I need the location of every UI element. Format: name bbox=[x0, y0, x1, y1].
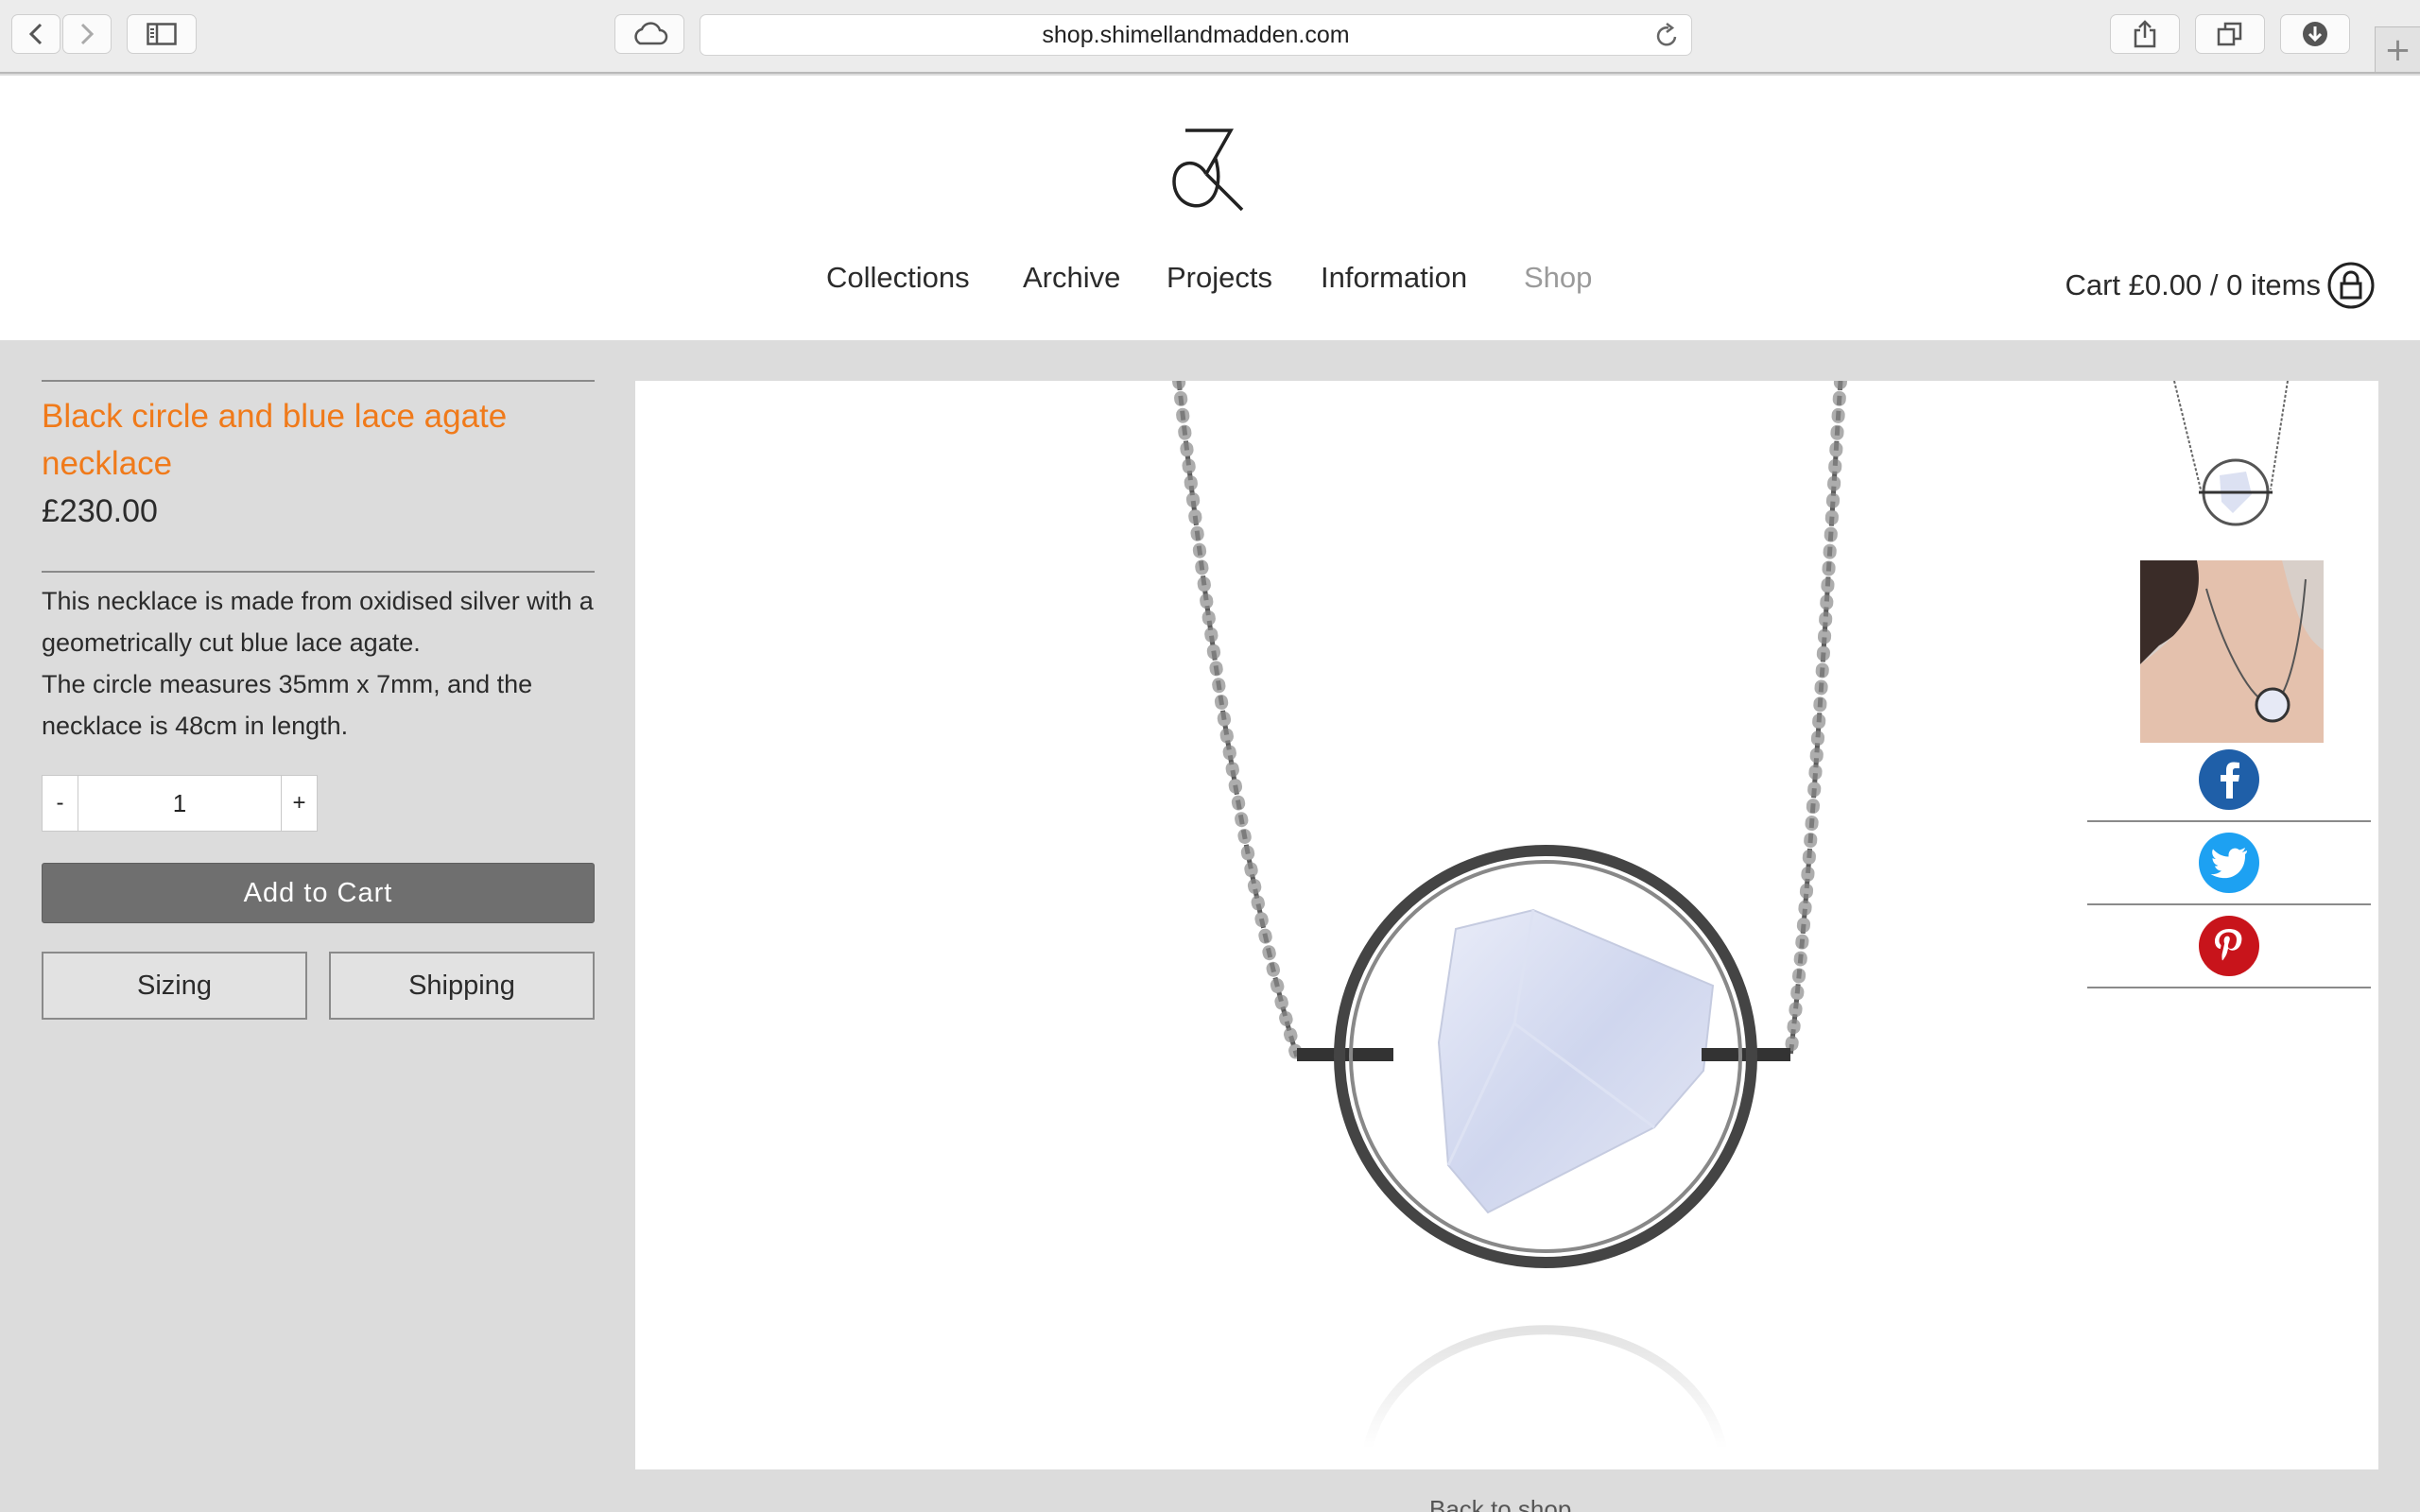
tabs-icon bbox=[2217, 22, 2242, 46]
cart-label: Cart £0.00 / 0 items bbox=[2065, 268, 2321, 301]
brand-logo[interactable] bbox=[1168, 123, 1248, 214]
product-title: Black circle and blue lace agate necklac… bbox=[42, 398, 508, 482]
shipping-button[interactable]: Shipping bbox=[329, 952, 595, 1020]
quantity-stepper: - 1 + bbox=[42, 775, 318, 832]
product-price: £230.00 bbox=[42, 493, 158, 529]
share-twitter[interactable] bbox=[2087, 822, 2371, 905]
chevron-left-icon bbox=[28, 23, 43, 45]
share-icon bbox=[2134, 20, 2156, 48]
download-icon bbox=[2303, 22, 2327, 46]
share-pinterest[interactable] bbox=[2087, 905, 2371, 988]
show-tabs-button[interactable] bbox=[2195, 14, 2265, 54]
reload-button[interactable] bbox=[1655, 23, 1680, 56]
sizing-button[interactable]: Sizing bbox=[42, 952, 307, 1020]
pinterest-icon bbox=[2199, 916, 2259, 976]
cloud-icon bbox=[634, 22, 668, 45]
facebook-icon bbox=[2199, 749, 2259, 810]
reload-icon bbox=[1656, 23, 1677, 46]
downloads-button[interactable] bbox=[2280, 14, 2350, 54]
url-text: shop.shimellandmadden.com bbox=[1042, 21, 1350, 48]
product-description: This necklace is made from oxidised silv… bbox=[42, 580, 595, 747]
quantity-decrease-button[interactable]: - bbox=[43, 776, 78, 831]
sidebar-icon bbox=[147, 23, 177, 45]
thumbnail-necklace[interactable] bbox=[2138, 380, 2324, 535]
description-line: The circle measures 35mm x 7mm, and the … bbox=[42, 670, 533, 740]
share-facebook[interactable] bbox=[2087, 739, 2371, 822]
info-buttons: Sizing Shipping bbox=[42, 952, 595, 1020]
chevron-right-icon bbox=[80, 23, 95, 45]
description-line: This necklace is made from oxidised silv… bbox=[42, 587, 594, 657]
cart-link[interactable]: Cart £0.00 / 0 items bbox=[2065, 261, 2376, 310]
site-header: Collections Archive Projects Information… bbox=[0, 76, 2420, 340]
lock-icon bbox=[2327, 262, 2375, 309]
thumbnail-model[interactable] bbox=[2140, 560, 2324, 743]
nav-projects[interactable]: Projects bbox=[1167, 261, 1272, 295]
sidebar-button[interactable] bbox=[127, 14, 197, 54]
nav-archive[interactable]: Archive bbox=[1023, 261, 1120, 295]
nav-collections[interactable]: Collections bbox=[826, 261, 970, 295]
icloud-tabs-button[interactable] bbox=[614, 14, 684, 54]
product-details: Black circle and blue lace agate necklac… bbox=[42, 380, 595, 1020]
nav-shop[interactable]: Shop bbox=[1524, 261, 1592, 295]
address-bar[interactable]: shop.shimellandmadden.com bbox=[700, 14, 1692, 56]
quantity-increase-button[interactable]: + bbox=[281, 776, 317, 831]
nav-information[interactable]: Information bbox=[1321, 261, 1467, 295]
back-to-shop-link[interactable]: Back to shop bbox=[1429, 1495, 1571, 1512]
new-tab-glyph: + bbox=[2384, 30, 2411, 69]
share-button[interactable] bbox=[2110, 14, 2180, 54]
divider bbox=[42, 571, 595, 573]
quantity-input[interactable]: 1 bbox=[78, 776, 281, 831]
back-button[interactable] bbox=[11, 14, 60, 54]
browser-toolbar: shop.shimellandmadden.com + bbox=[0, 0, 2420, 74]
forward-button[interactable] bbox=[62, 14, 112, 54]
add-to-cart-button[interactable]: Add to Cart bbox=[42, 863, 595, 923]
new-tab-button[interactable]: + bbox=[2375, 26, 2420, 72]
main-nav: Collections Archive Projects Information… bbox=[0, 261, 2420, 299]
divider bbox=[42, 380, 595, 382]
thumbnail-image bbox=[2173, 380, 2289, 526]
twitter-icon bbox=[2199, 833, 2259, 893]
thumbnail-image bbox=[2140, 560, 2324, 743]
